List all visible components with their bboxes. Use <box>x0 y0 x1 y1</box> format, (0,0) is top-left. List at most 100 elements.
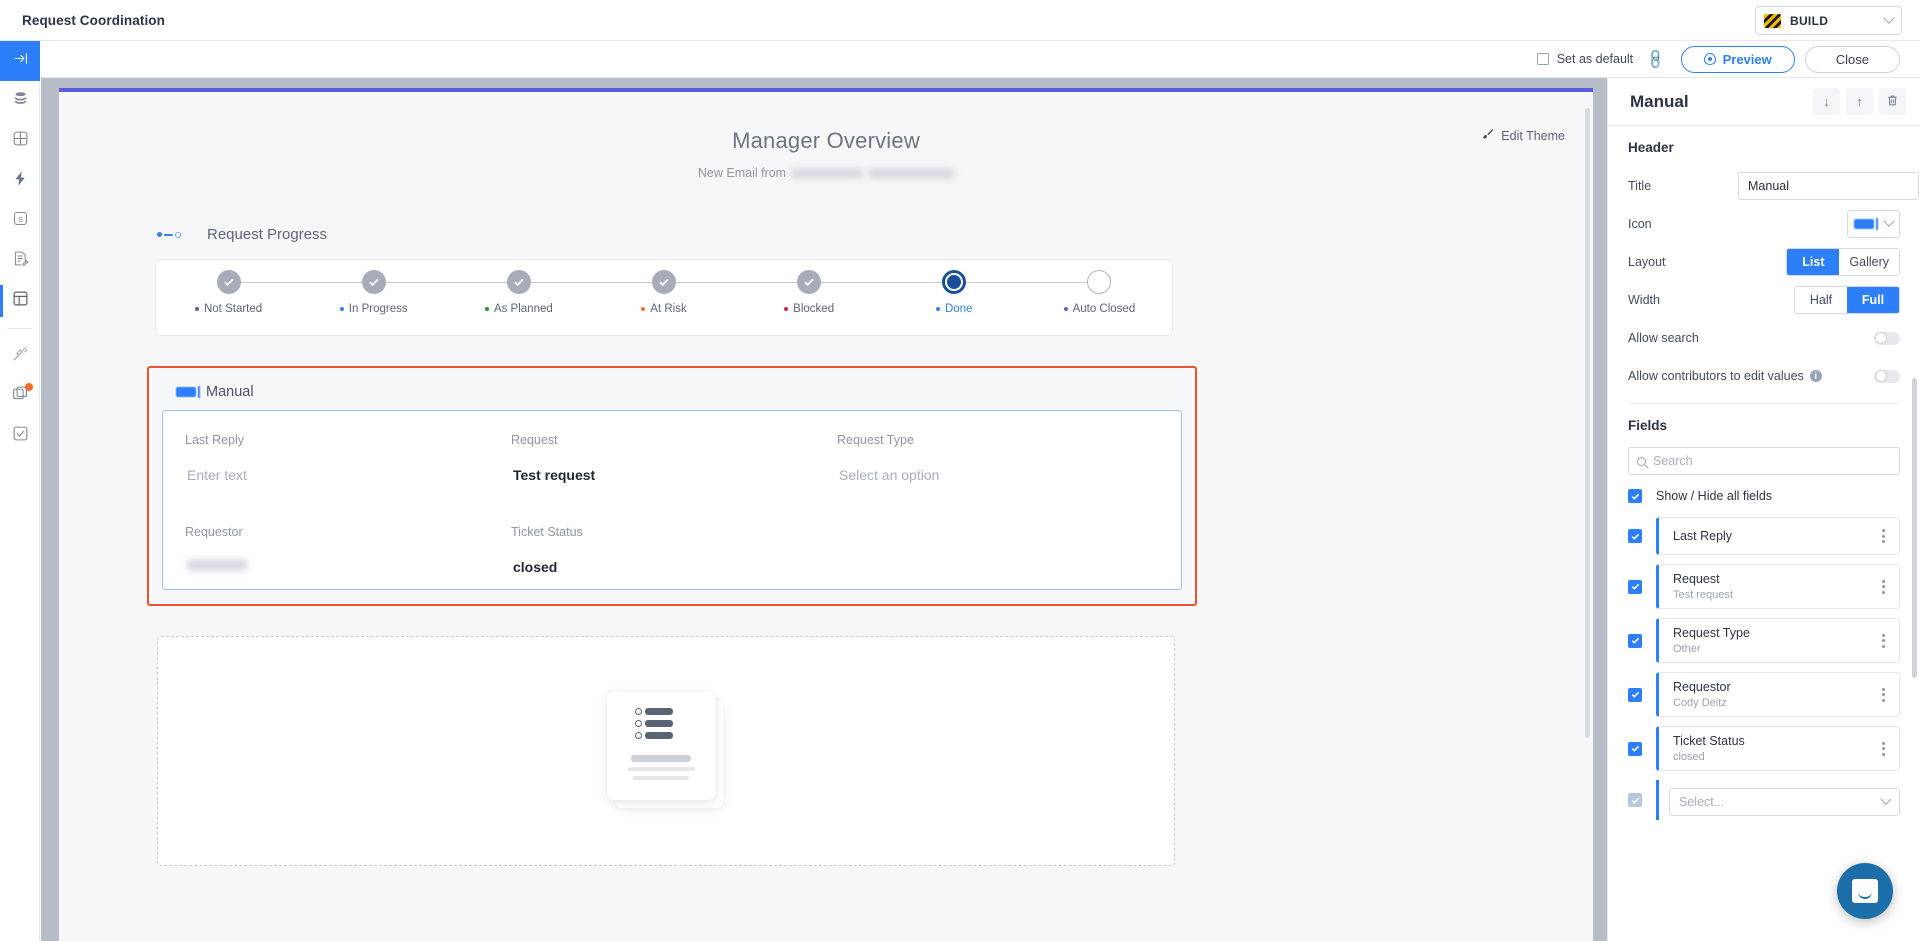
progress-step[interactable]: Blocked <box>737 260 882 315</box>
panel-scrollbar[interactable] <box>1912 378 1917 678</box>
field-card[interactable]: Ticket Statusclosed <box>1656 726 1900 771</box>
sidebar-item-automations[interactable] <box>0 161 40 201</box>
allow-edit-toggle[interactable] <box>1874 370 1900 383</box>
step-node[interactable] <box>362 270 386 294</box>
add-field-checkbox[interactable] <box>1628 793 1642 807</box>
sidebar-item-tables[interactable] <box>0 121 40 161</box>
icon-selector[interactable] <box>1847 210 1900 238</box>
set-as-default-toggle[interactable]: Set as default <box>1537 52 1633 66</box>
progress-step[interactable]: Not Started <box>156 260 301 315</box>
field-request[interactable]: Request Test request <box>509 433 835 483</box>
field-empty-slot <box>835 525 1161 575</box>
field-menu-icon[interactable] <box>1878 630 1889 652</box>
field-list-item[interactable]: Request TypeOther <box>1628 618 1900 663</box>
canvas-scrollbar[interactable] <box>1585 108 1590 738</box>
field-last-reply[interactable]: Last Reply Enter text <box>183 433 509 483</box>
step-node[interactable] <box>1087 270 1111 294</box>
field-card[interactable]: RequestorCody Deitz <box>1656 672 1900 717</box>
width-label: Width <box>1628 293 1738 307</box>
field-request-type[interactable]: Request Type Select an option <box>835 433 1161 483</box>
progress-step[interactable]: Auto Closed <box>1027 260 1172 315</box>
move-up-button[interactable]: ↑ <box>1846 88 1873 115</box>
empty-block-placeholder[interactable] <box>157 636 1175 866</box>
field-list-item[interactable]: Ticket Statusclosed <box>1628 726 1900 771</box>
field-menu-icon[interactable] <box>1878 525 1889 547</box>
width-option-full[interactable]: Full <box>1847 287 1899 313</box>
layout-panel-icon <box>12 290 29 312</box>
field-visibility-checkbox[interactable] <box>1628 688 1642 702</box>
field-menu-icon[interactable] <box>1878 684 1889 706</box>
field-visibility-checkbox[interactable] <box>1628 742 1642 756</box>
step-node[interactable] <box>797 270 821 294</box>
environment-selector[interactable]: BUILD <box>1755 6 1902 35</box>
sidebar-item-forms[interactable] <box>0 241 40 281</box>
set-as-default-checkbox[interactable] <box>1537 53 1549 65</box>
info-icon[interactable]: i <box>1810 370 1822 382</box>
field-ticket-status[interactable]: Ticket Status closed <box>509 525 835 575</box>
field-value[interactable]: Test request <box>511 467 835 483</box>
add-field-row[interactable]: Select... <box>1628 780 1900 820</box>
page-subtitle-prefix: New Email from <box>698 166 786 180</box>
layout-option-gallery[interactable]: Gallery <box>1839 249 1899 275</box>
add-field-select[interactable]: Select... <box>1669 788 1900 816</box>
progress-stepper: Not StartedIn ProgressAs PlannedAt RiskB… <box>155 259 1173 336</box>
page-canvas: Manager Overview New Email from xxxxxxx … <box>59 88 1593 941</box>
progress-step[interactable]: In Progress <box>301 260 446 315</box>
field-visibility-checkbox[interactable] <box>1628 634 1642 648</box>
support-chat-button[interactable] <box>1837 863 1893 919</box>
close-button[interactable]: Close <box>1805 46 1900 73</box>
chat-bubble-icon <box>1852 879 1878 903</box>
width-option-half[interactable]: Half <box>1795 287 1847 313</box>
field-list-item[interactable]: RequestorCody Deitz <box>1628 672 1900 717</box>
sidebar-item-pages[interactable] <box>0 281 40 321</box>
manual-block-title: Manual <box>206 384 254 400</box>
manual-block-selected[interactable]: Manual Last Reply Enter text Request Tes… <box>147 366 1197 606</box>
field-list-item[interactable]: Last Reply <box>1628 517 1900 555</box>
step-node[interactable] <box>507 270 531 294</box>
letter-s-icon: S <box>12 210 29 232</box>
allow-search-label: Allow search <box>1628 331 1699 345</box>
sidebar-item-scripts[interactable]: S <box>0 201 40 241</box>
manual-block-header: Manual <box>162 378 1182 410</box>
sidebar-item-tasks[interactable] <box>0 416 40 456</box>
show-hide-all-checkbox[interactable] <box>1628 489 1642 503</box>
progress-step[interactable]: As Planned <box>446 260 591 315</box>
manual-block-icon <box>176 387 196 397</box>
field-card[interactable]: Last Reply <box>1656 517 1900 555</box>
field-value[interactable]: Select an option <box>837 467 1161 483</box>
field-menu-icon[interactable] <box>1878 576 1889 598</box>
field-list-item[interactable]: RequestTest request <box>1628 564 1900 609</box>
sidebar-item-apps[interactable] <box>0 376 40 416</box>
sidebar-item-data[interactable] <box>0 81 40 121</box>
progress-step[interactable]: Done <box>882 260 1027 315</box>
field-visibility-checkbox[interactable] <box>1628 529 1642 543</box>
step-node[interactable] <box>652 270 676 294</box>
field-requestor[interactable]: Requestor xxxxxx <box>183 525 509 575</box>
show-hide-all-row[interactable]: Show / Hide all fields <box>1628 489 1900 503</box>
delete-button[interactable] <box>1879 88 1906 115</box>
field-card[interactable]: Request TypeOther <box>1656 618 1900 663</box>
preview-button[interactable]: Preview <box>1681 46 1795 73</box>
step-node[interactable] <box>217 270 241 294</box>
move-down-button[interactable]: ↓ <box>1813 88 1840 115</box>
field-card-name: Request <box>1673 572 1733 586</box>
add-field-card[interactable]: Select... <box>1656 780 1900 820</box>
field-card[interactable]: RequestTest request <box>1656 564 1900 609</box>
allow-search-toggle[interactable] <box>1874 332 1900 345</box>
field-value[interactable]: xxxxxx <box>185 559 509 575</box>
sidebar-item-integrations[interactable] <box>0 336 40 376</box>
sidebar-item-collapse[interactable] <box>0 41 40 81</box>
field-value[interactable]: closed <box>511 559 835 575</box>
step-node[interactable] <box>942 270 966 294</box>
title-input[interactable] <box>1738 172 1919 200</box>
progress-step[interactable]: At Risk <box>591 260 736 315</box>
fields-search-input[interactable] <box>1653 454 1891 468</box>
edit-theme-button[interactable]: Edit Theme <box>1481 128 1565 144</box>
field-menu-icon[interactable] <box>1878 738 1889 760</box>
step-status-dot <box>936 307 940 311</box>
link-icon[interactable]: 🔗 <box>1644 47 1668 71</box>
field-value[interactable]: Enter text <box>185 467 509 483</box>
fields-search-box[interactable] <box>1628 447 1900 475</box>
field-visibility-checkbox[interactable] <box>1628 580 1642 594</box>
layout-option-list[interactable]: List <box>1787 249 1839 275</box>
